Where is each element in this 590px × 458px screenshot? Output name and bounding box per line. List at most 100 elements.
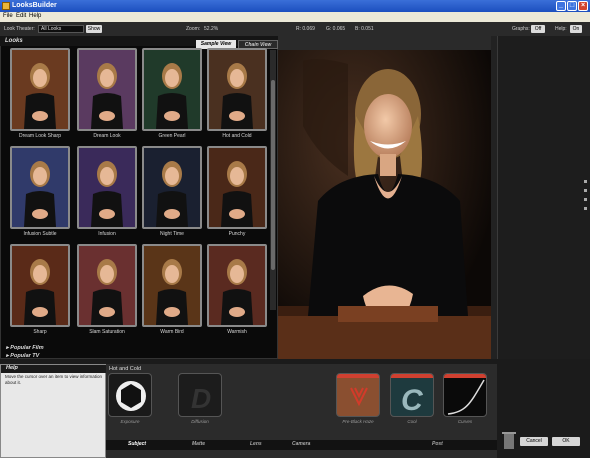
stage-matte[interactable]: Matte <box>192 441 205 447</box>
tool-label: Diffusion <box>191 419 209 424</box>
look-thumbnail-label: Infusion Subtle <box>23 231 57 237</box>
stage-lens[interactable]: Lens <box>250 441 262 447</box>
look-thumbnail-label: Dream Look Sharp <box>19 133 61 139</box>
thumbnail-image <box>12 148 68 227</box>
b-readout: B: 0.051 <box>355 26 374 32</box>
category-popular-tv[interactable]: ▸ Popular TV <box>6 353 39 359</box>
help-toggle[interactable]: On <box>570 25 582 33</box>
svg-text:C: C <box>401 384 424 417</box>
tool-cool[interactable]: C <box>390 373 434 417</box>
haze-icon <box>337 374 379 407</box>
help-panel: Help Move the cursor over an item to vie… <box>0 364 107 458</box>
look-thumbnail[interactable] <box>207 146 267 229</box>
category-popular-film[interactable]: ▸ Popular Film <box>6 345 44 351</box>
look-thumbnail[interactable] <box>142 48 202 131</box>
look-thumbnail-label: Punchy <box>228 231 246 237</box>
look-thumbnail[interactable] <box>10 146 70 229</box>
maximize-button[interactable]: □ <box>567 1 577 11</box>
stage-camera[interactable]: Camera <box>292 441 310 447</box>
look-thumbnail-label: Warmish <box>227 329 247 335</box>
category-label: Popular TV <box>10 353 40 359</box>
look-thumbnail-label: Night Time <box>160 231 184 237</box>
current-look-name: Hot and Cold <box>109 366 142 372</box>
image-viewer[interactable] <box>278 36 497 359</box>
looks-scrollbar[interactable] <box>270 50 276 310</box>
look-thumbnail[interactable] <box>142 146 202 229</box>
minimize-button[interactable]: _ <box>556 1 566 11</box>
look-thumbnail-label: Green Pearl <box>158 133 186 139</box>
tool-label: Exposure <box>120 419 140 424</box>
tool-pre-black-haze[interactable] <box>336 373 380 417</box>
tool-curves[interactable] <box>443 373 487 417</box>
look-thumbnail-label: Warm Bird <box>160 329 184 335</box>
trash-icon[interactable] <box>502 430 516 450</box>
look-thumbnail[interactable] <box>77 146 137 229</box>
thumbnail-image <box>209 246 265 325</box>
title-bar: LooksBuilder _ □ × <box>0 0 590 12</box>
thumbnail-image <box>144 50 200 129</box>
graphs-label: Graphs: <box>512 26 530 32</box>
look-thumbnail[interactable] <box>77 48 137 131</box>
thumbnail-image <box>79 50 135 129</box>
thumbnail-image <box>144 246 200 325</box>
curves-icon <box>444 374 486 415</box>
thumbnail-image <box>79 148 135 227</box>
look-thumbnail-label: Slam Saturation <box>89 329 125 335</box>
window-title: LooksBuilder <box>12 2 57 9</box>
graphs-toggle[interactable]: Off <box>531 25 545 33</box>
zoom-label: Zoom: <box>186 26 201 32</box>
ok-button[interactable]: OK <box>552 437 580 446</box>
cancel-button[interactable]: Cancel <box>520 437 548 446</box>
tool-label: Curves <box>457 419 473 424</box>
look-theater-select[interactable]: All Looks <box>38 25 84 33</box>
look-thumbnail-label: Dream Look <box>93 133 121 139</box>
show-button[interactable]: Show <box>86 25 102 33</box>
preview-image <box>278 36 497 359</box>
thumbnail-image <box>12 50 68 129</box>
menu-file[interactable]: File <box>3 13 13 19</box>
aperture-icon <box>116 381 146 411</box>
cool-c-icon: C <box>391 374 433 417</box>
look-thumbnail[interactable] <box>10 244 70 327</box>
close-button[interactable]: × <box>578 1 588 11</box>
tool-diffusion[interactable]: D <box>178 373 222 417</box>
panel-collapse-handle[interactable] <box>584 180 588 220</box>
look-thumbnail-label: Sharp <box>33 329 47 335</box>
help-text: Move the cursor over an item to view inf… <box>5 374 103 385</box>
svg-text:D: D <box>191 383 211 414</box>
help-label: Help: <box>555 26 567 32</box>
thumbnail-image <box>12 246 68 325</box>
thumbnail-image <box>79 246 135 325</box>
menu-help[interactable]: Help <box>29 13 41 19</box>
look-thumbnail[interactable] <box>207 48 267 131</box>
look-thumbnail[interactable] <box>142 244 202 327</box>
zoom-value: 52.2% <box>204 26 219 32</box>
looks-header: Looks <box>0 36 278 46</box>
toolbar: Look Theater: All Looks Show Zoom: 52.2%… <box>0 22 590 36</box>
looks-title: Looks <box>5 38 23 44</box>
tool-label: Cool <box>407 419 417 424</box>
scrollbar-thumb[interactable] <box>271 80 275 270</box>
thumbnail-image <box>209 50 265 129</box>
thumbnail-image <box>209 148 265 227</box>
stage-subject[interactable]: Subject <box>128 441 146 447</box>
g-readout: G: 0.065 <box>326 26 346 32</box>
look-thumbnail[interactable] <box>207 244 267 327</box>
thumbnail-image <box>144 148 200 227</box>
app-icon <box>2 2 10 10</box>
diffusion-d-icon: D <box>191 383 211 414</box>
right-panel <box>497 36 590 359</box>
look-thumbnail[interactable] <box>77 244 137 327</box>
r-readout: R: 0.069 <box>296 26 315 32</box>
menu-bar: File Edit Help <box>0 12 590 22</box>
look-theater-label: Look Theater: <box>4 26 35 32</box>
look-thumbnail-label: Hot and Cold <box>222 133 252 139</box>
tool-label: Pre-Black Haze <box>342 419 374 424</box>
help-title: Help <box>1 365 107 373</box>
look-thumbnail[interactable] <box>10 48 70 131</box>
tool-exposure[interactable] <box>108 373 152 417</box>
menu-edit[interactable]: Edit <box>16 13 26 19</box>
category-label: Popular Film <box>10 345 44 351</box>
stage-post[interactable]: Post <box>432 441 443 447</box>
look-thumbnail-label: Infusion <box>98 231 116 237</box>
